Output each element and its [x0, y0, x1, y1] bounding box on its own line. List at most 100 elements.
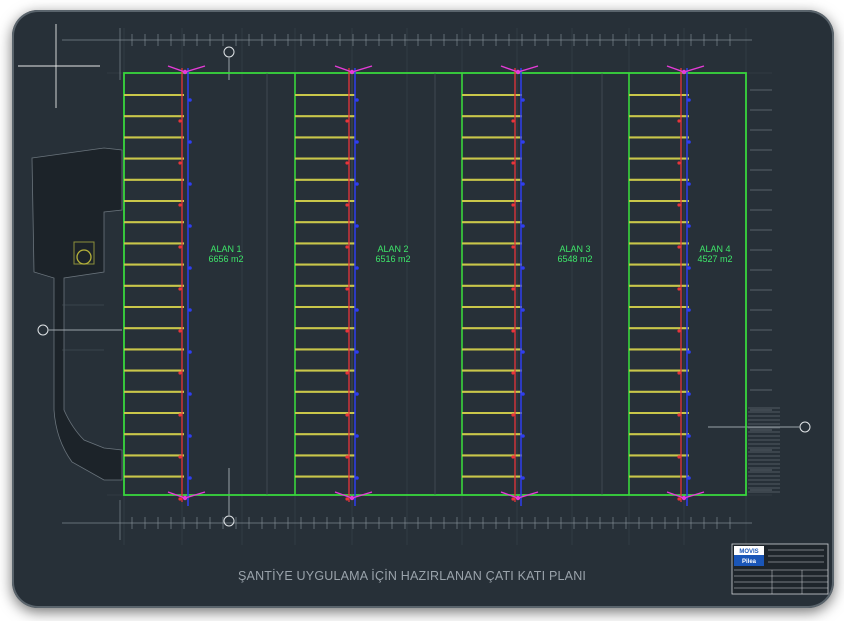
pipe-node — [511, 287, 515, 291]
pipe-node — [345, 161, 349, 165]
pipe-node — [677, 119, 681, 123]
pipe-node — [687, 392, 691, 396]
area-1-size: 6656 m2 — [208, 254, 243, 264]
pipe-node — [521, 266, 525, 270]
pipe-node — [188, 434, 192, 438]
pipe-node — [178, 245, 182, 249]
pipe-node — [521, 434, 525, 438]
pipe-node — [687, 308, 691, 312]
area-labels: ALAN 1 6656 m2 ALAN 2 6516 m2 ALAN 3 654… — [208, 244, 732, 264]
pipe-node — [511, 413, 515, 417]
pipe-node — [687, 98, 691, 102]
area-4-name: ALAN 4 — [699, 244, 730, 254]
area-4-size: 4527 m2 — [697, 254, 732, 264]
pipe-node — [677, 245, 681, 249]
pipe-node — [687, 476, 691, 480]
pipe-node — [188, 98, 192, 102]
roof-drain-node — [182, 495, 188, 501]
pipe-node — [188, 140, 192, 144]
pipe-node — [178, 161, 182, 165]
pipe-node — [188, 224, 192, 228]
pipe-node — [355, 98, 359, 102]
pipe-node — [178, 455, 182, 459]
pipe-node — [687, 182, 691, 186]
pipe-node — [677, 455, 681, 459]
pipe-node — [521, 224, 525, 228]
pipe-node — [687, 266, 691, 270]
pipe-node — [521, 392, 525, 396]
pipe-node — [178, 119, 182, 123]
roof-drain-node — [349, 69, 355, 75]
pipe-node — [188, 266, 192, 270]
pipe-node — [355, 476, 359, 480]
pipe-node — [511, 497, 515, 501]
pipe-node — [345, 203, 349, 207]
pipe-node — [511, 119, 515, 123]
pipe-node — [355, 266, 359, 270]
pipe-node — [511, 371, 515, 375]
pipe-node — [345, 497, 349, 501]
pipe-node — [677, 413, 681, 417]
logo-top-text: MOVIS — [739, 549, 758, 555]
logo-bottom-text: Pilea — [742, 559, 757, 565]
pipe-node — [687, 140, 691, 144]
roof-drain-node — [349, 495, 355, 501]
pipe-node — [521, 140, 525, 144]
pipe-node — [355, 308, 359, 312]
roof-beams — [124, 93, 689, 478]
pipe-node — [178, 497, 182, 501]
drawing-title: ŞANTİYE UYGULAMA İÇİN HAZIRLANAN ÇATI KA… — [238, 569, 586, 583]
pipe-node — [188, 350, 192, 354]
pipe-node — [687, 350, 691, 354]
pipe-node — [188, 182, 192, 186]
pipe-node — [521, 308, 525, 312]
pipe-node — [188, 392, 192, 396]
zone-dividers — [294, 73, 630, 495]
pipe-node — [345, 119, 349, 123]
pipe-node — [345, 455, 349, 459]
roof-drain-node — [515, 69, 521, 75]
pipe-node — [355, 140, 359, 144]
pipe-node — [511, 245, 515, 249]
title-block: MOVIS Pilea — [731, 543, 829, 595]
interior-lines — [266, 73, 603, 495]
pipe-node — [178, 329, 182, 333]
annex-building — [31, 147, 123, 481]
pipe-node — [345, 329, 349, 333]
pipe-node — [677, 287, 681, 291]
pipe-node — [511, 329, 515, 333]
area-3-size: 6548 m2 — [557, 254, 592, 264]
pipe-node — [355, 350, 359, 354]
pipe-node — [687, 434, 691, 438]
pipe-node — [677, 329, 681, 333]
pipe-node — [511, 455, 515, 459]
pipe-node — [511, 161, 515, 165]
pipe-node — [178, 413, 182, 417]
pipe-node — [677, 497, 681, 501]
pipe-node — [345, 413, 349, 417]
crosshair-cursor — [18, 24, 100, 108]
drainage-pipes — [167, 65, 705, 506]
area-1-name: ALAN 1 — [210, 244, 241, 254]
pipe-node — [178, 371, 182, 375]
pipe-node — [355, 434, 359, 438]
pipe-node — [521, 476, 525, 480]
pipe-node — [345, 371, 349, 375]
pipe-node — [188, 308, 192, 312]
pipe-node — [345, 287, 349, 291]
roof-drain-node — [515, 495, 521, 501]
pipe-node — [355, 224, 359, 228]
pipe-node — [345, 245, 349, 249]
pipe-node — [521, 98, 525, 102]
area-2-name: ALAN 2 — [377, 244, 408, 254]
pipe-node — [178, 287, 182, 291]
pipe-node — [511, 203, 515, 207]
pipe-node — [188, 476, 192, 480]
roof-drain-node — [681, 69, 687, 75]
area-2-size: 6516 m2 — [375, 254, 410, 264]
pipe-node — [677, 161, 681, 165]
roof-drain-node — [681, 495, 687, 501]
roof-drain-node — [182, 69, 188, 75]
pipe-node — [178, 203, 182, 207]
cad-viewport[interactable]: ALAN 1 6656 m2 ALAN 2 6516 m2 ALAN 3 654… — [12, 10, 834, 608]
